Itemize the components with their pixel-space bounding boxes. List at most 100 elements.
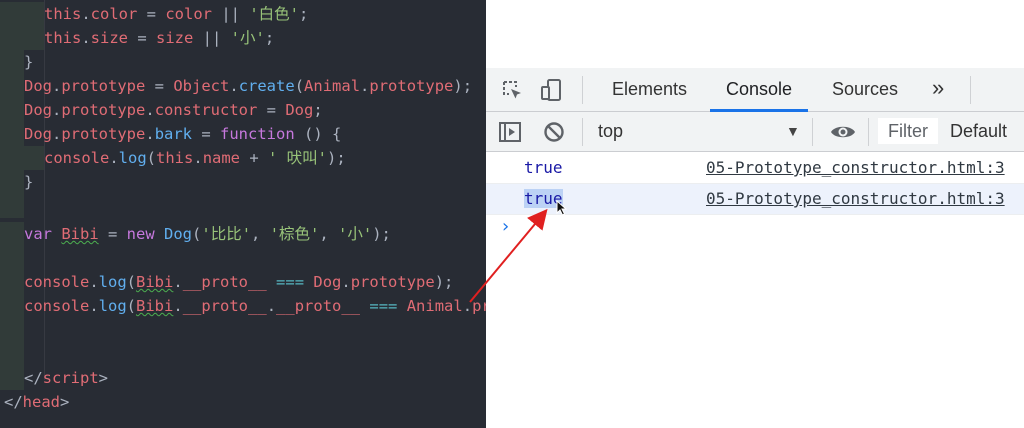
code-token: . xyxy=(266,297,277,315)
code-token: ' 吠叫' xyxy=(268,149,328,167)
code-token: Dog xyxy=(164,225,193,243)
code-token: var xyxy=(24,225,52,243)
code-token: new xyxy=(126,225,155,243)
toolbar-divider xyxy=(970,76,971,104)
code-token: ( xyxy=(126,297,137,315)
code-line: console.log(Bibi.__proto__.__proto__ ===… xyxy=(0,294,486,318)
code-token: , xyxy=(251,225,270,243)
code-token: ); xyxy=(327,149,346,167)
code-token: ( xyxy=(294,77,305,95)
code-token: . xyxy=(173,273,183,291)
tab-elements[interactable]: Elements xyxy=(612,68,687,111)
code-token: ); xyxy=(372,225,391,243)
code-token: ; xyxy=(264,29,275,47)
code-token: script xyxy=(42,369,99,387)
code-token: = xyxy=(98,225,127,243)
code-token: Object xyxy=(173,77,230,95)
code-token: === xyxy=(369,297,398,315)
console-message-row: true 05-Prototype_constructor.html:3 xyxy=(486,153,1024,184)
code-editor[interactable]: this.color = color || '白色'; this.size = s… xyxy=(0,0,486,428)
code-line: console.log(this.name + ' 吠叫'); xyxy=(0,146,346,170)
code-token: . xyxy=(360,77,370,95)
tab-sources[interactable]: Sources xyxy=(832,68,898,111)
source-link[interactable]: 05-Prototype_constructor.html:3 xyxy=(706,153,1005,183)
source-link[interactable]: 05-Prototype_constructor.html:3 xyxy=(706,184,1005,214)
code-token: . xyxy=(341,273,351,291)
code-token: console xyxy=(24,297,90,315)
code-token: this xyxy=(44,29,82,47)
filter-input[interactable]: Filter xyxy=(878,118,938,144)
code-token: . xyxy=(109,149,119,167)
code-token: __proto__ xyxy=(182,273,267,291)
mouse-cursor-icon xyxy=(556,200,568,216)
code-token: size xyxy=(90,29,128,47)
inspect-icon[interactable] xyxy=(500,78,524,102)
context-caret-icon[interactable]: ▼ xyxy=(786,112,800,151)
context-selector[interactable]: top xyxy=(598,112,623,151)
code-line: Dog.prototype.bark = function () { xyxy=(0,122,341,146)
log-levels-dropdown[interactable]: Default xyxy=(950,112,1007,151)
console-value[interactable]: true xyxy=(524,153,563,183)
code-token: ; xyxy=(313,101,323,119)
code-token: Dog xyxy=(24,101,52,119)
more-tabs-button[interactable]: » xyxy=(932,68,944,111)
eye-icon[interactable] xyxy=(830,120,855,144)
code-token: Bibi xyxy=(61,225,99,243)
code-token: ( xyxy=(146,149,157,167)
code-token: . xyxy=(52,125,62,143)
code-line xyxy=(0,246,24,270)
console-prompt[interactable]: › xyxy=(500,216,511,237)
code-line: } xyxy=(0,170,33,194)
code-token: </ xyxy=(4,393,23,411)
code-token: console xyxy=(44,149,110,167)
code-token: Animal xyxy=(304,77,361,95)
code-token: . xyxy=(145,101,155,119)
code-line: </head> xyxy=(0,390,69,414)
code-token: = xyxy=(257,101,286,119)
code-token: log xyxy=(98,273,127,291)
code-token: </ xyxy=(24,369,43,387)
clear-console-icon[interactable] xyxy=(542,120,566,144)
code-token: Bibi xyxy=(136,273,174,291)
tab-console[interactable]: Console xyxy=(709,68,809,112)
code-token: = xyxy=(137,5,166,23)
code-token: } xyxy=(24,53,34,71)
code-token: '小' xyxy=(230,29,265,47)
code-token: . xyxy=(462,297,473,315)
code-token: Dog xyxy=(24,125,52,143)
code-line: </script> xyxy=(0,366,108,390)
code-token: } xyxy=(24,173,34,191)
code-token: . xyxy=(173,297,183,315)
sidebar-toggle-icon[interactable] xyxy=(498,120,522,144)
code-token: name xyxy=(202,149,241,167)
code-token: . xyxy=(81,5,91,23)
code-token: = xyxy=(128,29,156,47)
code-token: Animal xyxy=(406,297,463,315)
code-line: Dog.prototype.constructor = Dog; xyxy=(0,98,323,122)
toolbar-divider xyxy=(868,118,869,146)
code-token: > xyxy=(98,369,109,387)
code-line: var Bibi = new Dog('比比', '棕色', '小'); xyxy=(0,222,391,246)
device-toggle-icon[interactable] xyxy=(540,78,564,102)
code-token: constructor xyxy=(154,101,258,119)
code-token: . xyxy=(193,149,203,167)
code-token: || xyxy=(193,29,231,47)
code-token: prototype xyxy=(61,101,146,119)
code-line xyxy=(0,194,24,218)
code-token: () { xyxy=(294,125,342,143)
code-line xyxy=(0,342,24,366)
code-token: prototype xyxy=(369,77,454,95)
code-token: = xyxy=(192,125,221,143)
code-line: console.log(Bibi.__proto__ === Dog.proto… xyxy=(0,270,453,294)
code-token: log xyxy=(118,149,147,167)
code-line: Dog.prototype = Object.create(Animal.pro… xyxy=(0,74,472,98)
code-token: > xyxy=(60,393,70,411)
code-token: . xyxy=(81,29,91,47)
code-token: Dog xyxy=(313,273,342,291)
code-token: '白色' xyxy=(249,5,300,23)
